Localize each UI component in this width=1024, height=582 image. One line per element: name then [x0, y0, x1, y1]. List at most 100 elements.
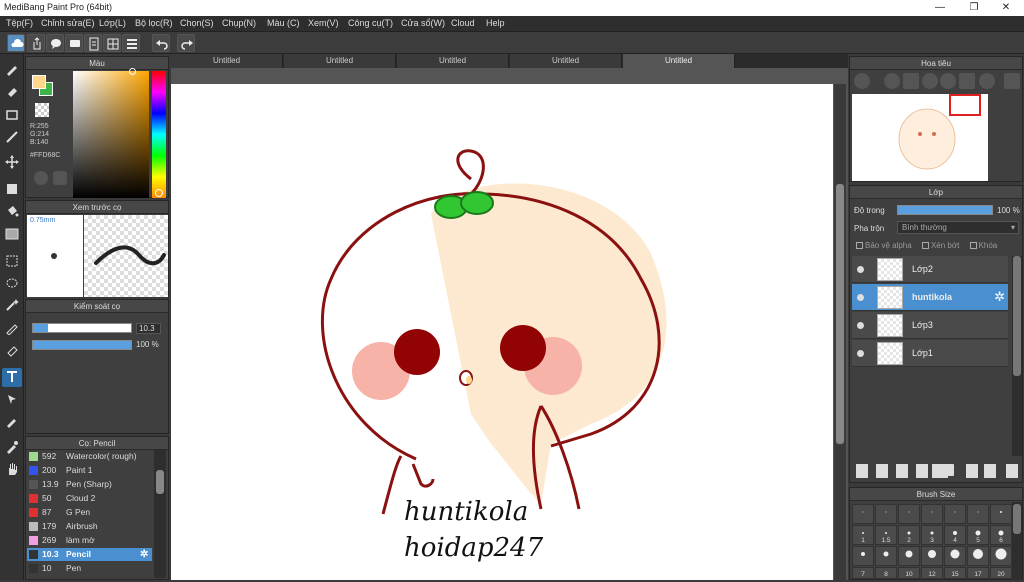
brush-size-cell[interactable]: [990, 504, 1012, 524]
eye-icon[interactable]: [857, 322, 864, 329]
menu-view[interactable]: Xem(V): [308, 18, 339, 28]
menu-file[interactable]: Tệp(F): [6, 18, 33, 28]
transparent-swatch[interactable]: [35, 103, 49, 117]
brush-item[interactable]: 50 Cloud 2: [27, 492, 152, 505]
brush-size-cell[interactable]: 5: [967, 525, 989, 545]
protect-alpha-checkbox[interactable]: [856, 242, 863, 250]
new-layer-icon[interactable]: [856, 464, 868, 478]
navigator-preview[interactable]: [852, 94, 988, 181]
blend-mode-select[interactable]: Bình thường ▾: [897, 221, 1019, 234]
brush-size-cell[interactable]: 6: [990, 525, 1012, 545]
brush-size-cell[interactable]: [967, 504, 989, 524]
brush-tool-icon[interactable]: [2, 60, 22, 79]
tab-document-active[interactable]: Untitled: [623, 54, 735, 68]
brush-size-cell[interactable]: [990, 546, 1012, 566]
new-8bit-layer-icon[interactable]: [896, 464, 908, 478]
brush-size-cell[interactable]: [944, 504, 966, 524]
clipping-checkbox[interactable]: [921, 242, 929, 250]
duplicate-layer-icon[interactable]: [966, 464, 978, 478]
menu-snap[interactable]: Chụp(N): [222, 18, 256, 28]
rotate-left-icon[interactable]: [940, 73, 956, 89]
brush-size-cell[interactable]: [875, 546, 897, 566]
chat-icon[interactable]: [65, 34, 83, 52]
lasso-tool-icon[interactable]: [2, 274, 22, 293]
new-1bit-layer-icon[interactable]: [916, 464, 928, 478]
brush-size-cell[interactable]: 2: [898, 525, 920, 545]
magic-wand-icon[interactable]: [2, 296, 22, 315]
brush-size-value[interactable]: 10.3: [136, 323, 161, 334]
brush-item[interactable]: 200 Paint 1: [27, 464, 152, 477]
hand-tool-icon[interactable]: [2, 460, 22, 479]
brush-size-cell[interactable]: [944, 546, 966, 566]
brush-size-cell[interactable]: 17: [967, 567, 989, 579]
menu-filter[interactable]: Bộ lọc(R): [135, 18, 173, 28]
canvas-paper[interactable]: huntikola hoidap247: [171, 84, 833, 580]
brush-item[interactable]: 87 G Pen: [27, 506, 152, 519]
gear-icon[interactable]: ✲: [994, 289, 1005, 305]
move-tool-icon[interactable]: [2, 153, 22, 172]
layer-row[interactable]: Lớp2: [852, 256, 1008, 283]
brush-size-cell[interactable]: [921, 504, 943, 524]
document-icon[interactable]: [84, 34, 102, 52]
brush-size-cell[interactable]: 7: [852, 567, 874, 579]
brush-item[interactable]: 10 Pen: [27, 562, 152, 575]
brush-size-cell[interactable]: 3: [921, 525, 943, 545]
eraser-tool-icon[interactable]: [2, 83, 22, 102]
brush-size-cell[interactable]: [875, 504, 897, 524]
gear-icon[interactable]: ✲: [140, 548, 148, 561]
tab-document[interactable]: Untitled: [171, 54, 283, 68]
layer-row[interactable]: huntikola ✲: [852, 284, 1008, 311]
gradient-tool-icon[interactable]: [2, 225, 22, 244]
brush-item[interactable]: 179 Airbrush: [27, 520, 152, 533]
tab-document[interactable]: Untitled: [284, 54, 396, 68]
tab-document[interactable]: Untitled: [510, 54, 622, 68]
fill-rect-tool-icon[interactable]: [2, 180, 22, 199]
brush-size-cell[interactable]: 12: [921, 567, 943, 579]
layer-opacity-slider[interactable]: [897, 205, 993, 215]
navigator-viewport-box[interactable]: [949, 94, 981, 116]
brush-item[interactable]: 592 Watercolor( rough): [27, 450, 152, 463]
eye-icon[interactable]: [857, 266, 864, 273]
rotate-right-icon[interactable]: [979, 73, 995, 89]
canvas-vertical-scrollbar[interactable]: [834, 84, 846, 580]
trash-icon[interactable]: [1006, 464, 1018, 478]
brush-item[interactable]: 10.3 Pencil ✲: [27, 548, 152, 561]
brush-opacity-slider[interactable]: [32, 340, 132, 350]
brush-list-scrollbar[interactable]: [154, 450, 166, 578]
brush-size-scrollbar[interactable]: [1012, 502, 1022, 580]
color-tool-icon[interactable]: [53, 171, 67, 185]
zoom-out-icon[interactable]: [922, 73, 938, 89]
tab-document[interactable]: Untitled: [397, 54, 509, 68]
bucket-tool-icon[interactable]: [2, 202, 22, 221]
brush-size-cell[interactable]: 1.5: [875, 525, 897, 545]
zoom-in-icon[interactable]: [884, 73, 900, 89]
brush-size-cell[interactable]: [921, 546, 943, 566]
menu-edit[interactable]: Chỉnh sửa(E): [41, 18, 95, 28]
brush-size-cell[interactable]: [852, 504, 874, 524]
eye-icon[interactable]: [857, 350, 864, 357]
layer-row[interactable]: Lớp3: [852, 312, 1008, 339]
eye-icon[interactable]: [857, 294, 864, 301]
grid-icon[interactable]: [103, 34, 121, 52]
undo-icon[interactable]: [152, 34, 170, 52]
brush-size-cell[interactable]: 15: [944, 567, 966, 579]
share-icon[interactable]: [27, 34, 45, 52]
brush-item[interactable]: 269 làm mờ: [27, 534, 152, 547]
menu-help[interactable]: Help: [486, 18, 505, 28]
brush-size-cell[interactable]: [898, 546, 920, 566]
zoom-in-icon[interactable]: [854, 73, 870, 89]
select-pen-icon[interactable]: [2, 319, 22, 338]
operation-tool-icon[interactable]: [2, 390, 22, 409]
folder-icon[interactable]: [940, 464, 954, 476]
fit-window-icon[interactable]: [903, 73, 919, 89]
select-eraser-icon[interactable]: [2, 342, 22, 361]
close-button[interactable]: ✕: [990, 0, 1022, 16]
foreground-color-swatch[interactable]: [32, 75, 46, 89]
flip-icon[interactable]: [1004, 73, 1020, 89]
brush-size-cell[interactable]: [898, 504, 920, 524]
cloud-icon[interactable]: [7, 34, 25, 52]
menu-window[interactable]: Cửa sổ(W): [401, 18, 445, 28]
select-tool-icon[interactable]: [2, 252, 22, 271]
brush-size-cell[interactable]: 1: [852, 525, 874, 545]
hue-slider[interactable]: [152, 71, 166, 198]
